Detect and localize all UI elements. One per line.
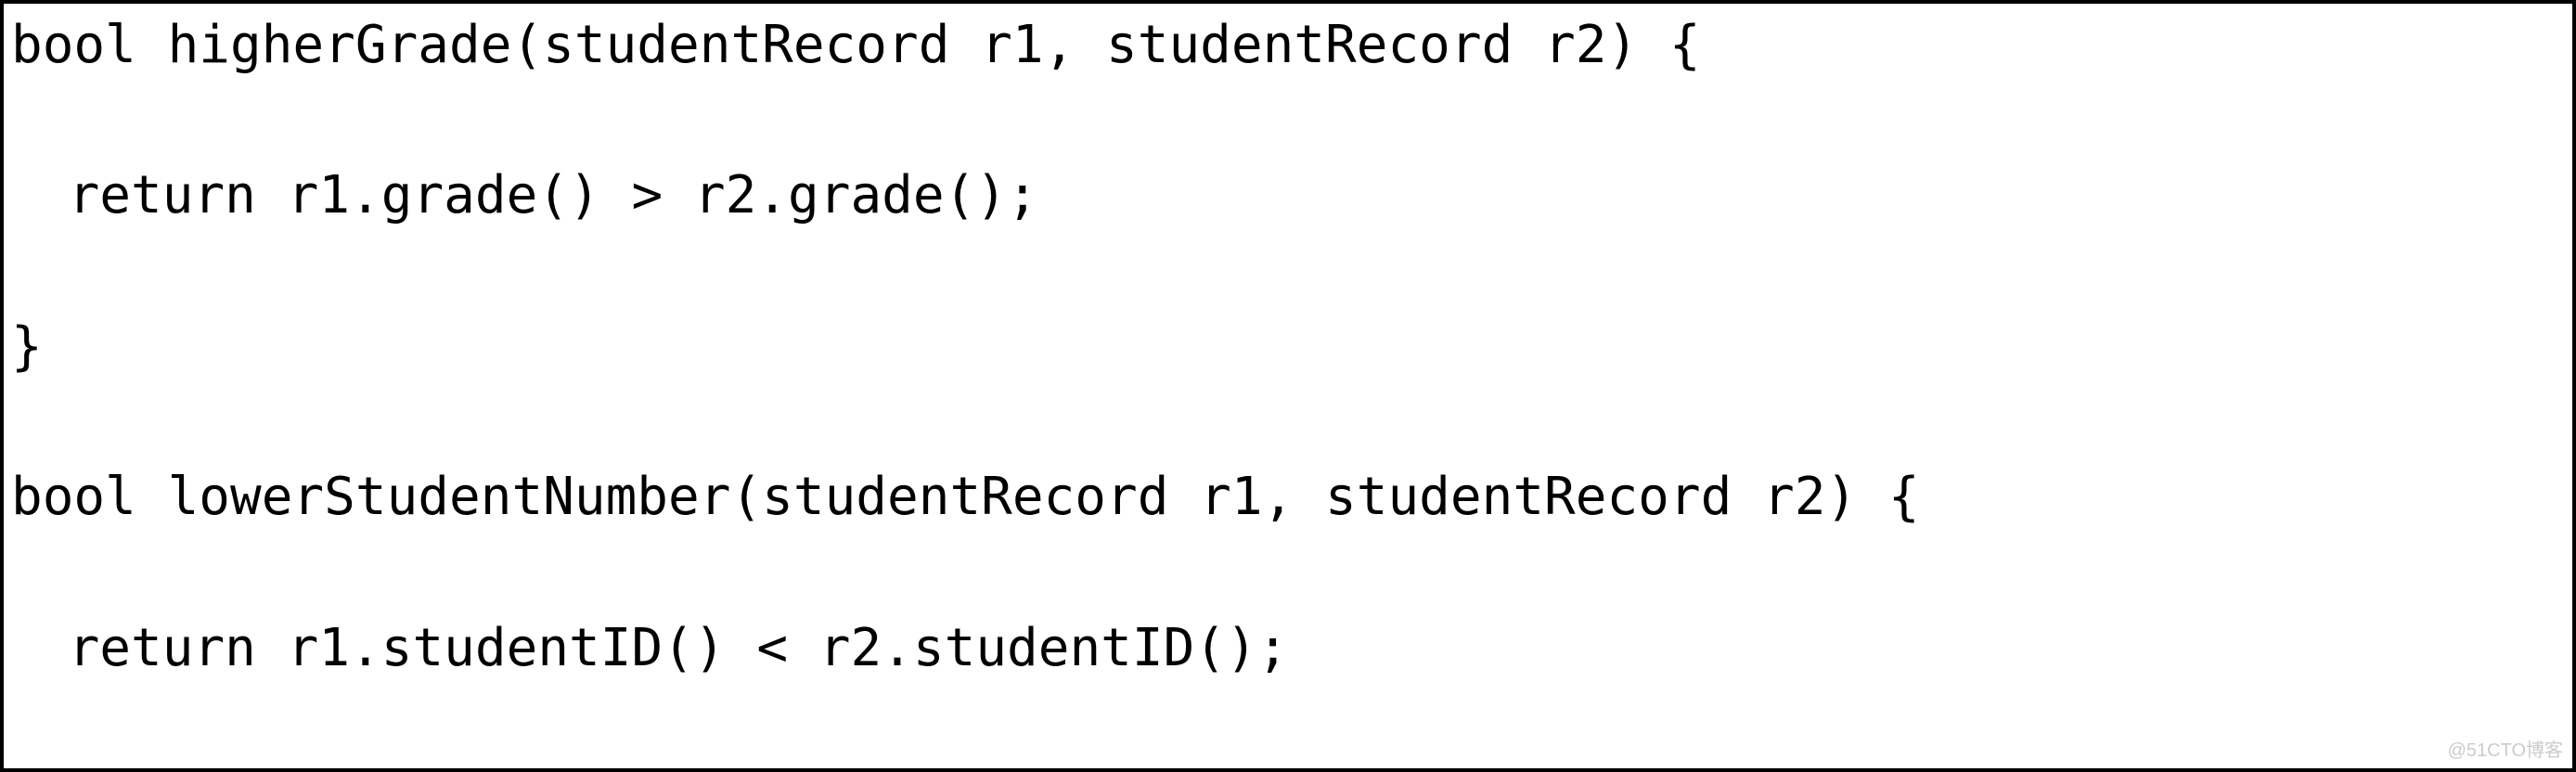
code-line: } [11,761,2565,772]
code-line: return r1.studentID() < r2.studentID(); [11,611,2565,686]
code-line: return r1.grade() > r2.grade(); [11,158,2565,233]
watermark-text: @51CTO博客 [2448,738,2563,765]
code-listing-frame: bool higherGrade(studentRecord r1, stude… [0,0,2576,772]
code-line: bool higherGrade(studentRecord r1, stude… [11,7,2565,83]
code-line: } [11,309,2565,384]
code-line: bool lowerStudentNumber(studentRecord r1… [11,459,2565,534]
code-block: bool higherGrade(studentRecord r1, stude… [11,7,2565,772]
